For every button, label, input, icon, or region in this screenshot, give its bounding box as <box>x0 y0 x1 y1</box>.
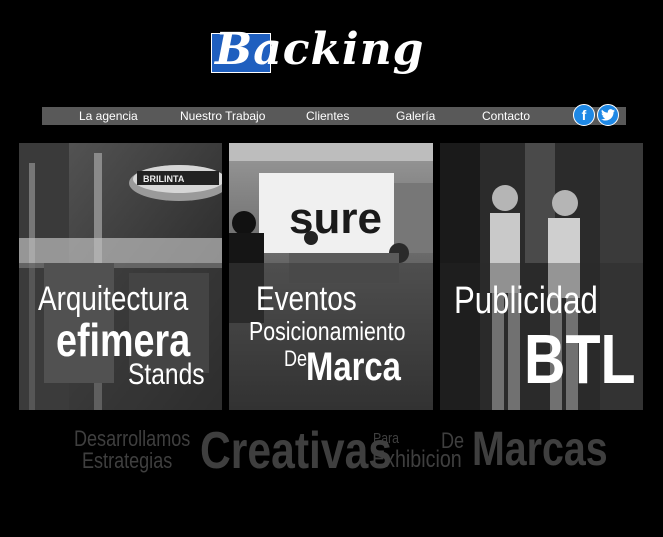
tagline-word: Creativas <box>200 422 393 480</box>
logo-text: Backing <box>215 24 425 75</box>
panel-title-line: Eventos <box>256 280 357 318</box>
tagline-word: Estrategias <box>82 448 173 473</box>
nav-item-trabajo[interactable]: Nuestro Trabajo <box>180 107 265 125</box>
nav-item-agencia[interactable]: La agencia <box>79 107 138 125</box>
event-sign: sure <box>289 194 382 243</box>
facebook-icon[interactable]: f <box>573 104 595 126</box>
twitter-bird-glyph <box>601 109 615 121</box>
nav-item-clientes[interactable]: Clientes <box>306 107 349 125</box>
tagline-word: Para <box>373 430 399 447</box>
panel-arquitectura[interactable]: BRILINTA Arquitectura efimera Stands <box>19 143 222 410</box>
panel-title-line: BTL <box>524 320 636 398</box>
nav-item-galeria[interactable]: Galería <box>396 107 435 125</box>
main-nav: La agencia Nuestro Trabajo Clientes Gale… <box>42 107 626 125</box>
brand-logo[interactable]: Backing <box>211 24 457 78</box>
panel-title-line: Marca <box>306 345 401 389</box>
tagline-word: De <box>441 428 465 453</box>
stand-sign: BRILINTA <box>143 174 185 184</box>
panel-title-line: De <box>284 346 308 371</box>
panel-publicidad[interactable]: Publicidad BTL <box>440 143 643 410</box>
tagline-word: Marcas <box>472 423 608 476</box>
panel-title-line: Stands <box>128 358 205 391</box>
panel-title-line: Posicionamiento <box>249 316 406 346</box>
twitter-icon[interactable] <box>597 104 619 126</box>
panel-title-line: Publicidad <box>454 280 598 322</box>
nav-item-contacto[interactable]: Contacto <box>482 107 530 125</box>
panel-eventos[interactable]: sure Eventos Posicionamiento De Marca <box>229 143 433 410</box>
